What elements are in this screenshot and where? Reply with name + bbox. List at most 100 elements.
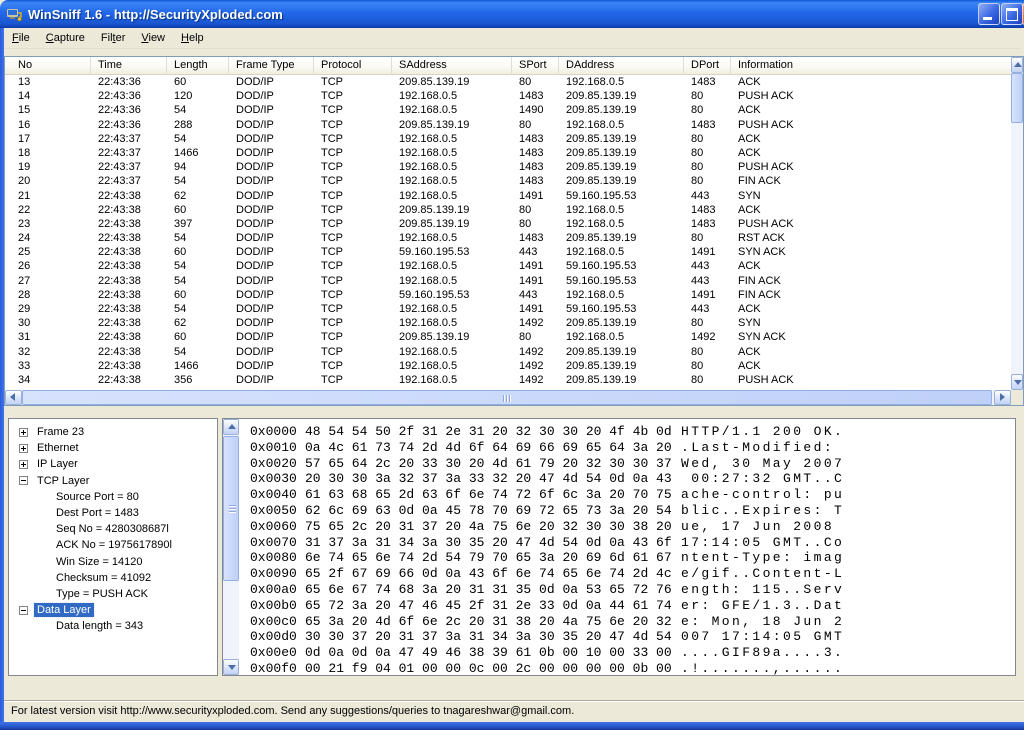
tree-item[interactable]: Checksum = 41092 — [9, 570, 217, 586]
table-row[interactable]: 2422:43:3854DOD/IPTCP192.168.0.51483209.… — [5, 231, 1011, 245]
table-row[interactable]: 1722:43:3754DOD/IPTCP192.168.0.51483209.… — [5, 132, 1011, 146]
cell-length: 60 — [167, 203, 229, 217]
hex-bytes: 62 6c 69 63 0d 0a 45 78 70 69 72 65 73 3… — [305, 503, 681, 519]
cell-no: 23 — [5, 217, 91, 231]
column-header-sport[interactable]: SPort — [512, 57, 559, 75]
packet-rows: 1322:43:3660DOD/IPTCP209.85.139.1980192.… — [5, 75, 1011, 390]
table-row[interactable]: 2322:43:38397DOD/IPTCP209.85.139.1980192… — [5, 217, 1011, 231]
hex-row: 0x005062 6c 69 63 0d 0a 45 78 70 69 72 6… — [250, 503, 844, 519]
hex-ascii: blic..Expires: T — [681, 503, 844, 518]
scroll-right-button[interactable] — [994, 390, 1011, 405]
maximize-button[interactable] — [1001, 3, 1023, 25]
tree-item[interactable]: ACK No = 1975617890l — [9, 537, 217, 553]
window-bottom-border[interactable] — [0, 722, 1024, 730]
minimize-button[interactable] — [978, 3, 1000, 25]
tree-item[interactable]: Ethernet — [9, 440, 217, 456]
column-header-length[interactable]: Length — [167, 57, 229, 75]
tree-item[interactable]: Win Size = 14120 — [9, 554, 217, 570]
table-row[interactable]: 2622:43:3854DOD/IPTCP192.168.0.5149159.1… — [5, 259, 1011, 273]
cell-length: 356 — [167, 373, 229, 387]
table-row[interactable]: 1522:43:3654DOD/IPTCP192.168.0.51490209.… — [5, 103, 1011, 117]
table-row[interactable]: 1322:43:3660DOD/IPTCP209.85.139.1980192.… — [5, 75, 1011, 89]
hex-offset: 0x0040 — [250, 487, 305, 503]
cell-time: 22:43:36 — [91, 103, 167, 117]
cell-daddress: 59.160.195.53 — [559, 189, 684, 203]
cell-information: ACK — [731, 146, 1011, 160]
expand-icon[interactable] — [19, 460, 28, 469]
cell-daddress: 209.85.139.19 — [559, 373, 684, 387]
menu-item-view[interactable]: View — [133, 30, 173, 47]
winsniff-window: WinSniff 1.6 - http://SecurityXploded.co… — [0, 0, 1024, 730]
vscroll-thumb[interactable] — [223, 436, 239, 581]
cell-no: 25 — [5, 245, 91, 259]
expand-icon[interactable] — [19, 444, 28, 453]
collapse-icon[interactable] — [19, 606, 28, 615]
tree-item-label: Win Size = 14120 — [53, 555, 146, 569]
list-vertical-scrollbar[interactable] — [1011, 57, 1023, 390]
column-header-time[interactable]: Time — [91, 57, 167, 75]
list-horizontal-scrollbar[interactable] — [5, 390, 1011, 405]
hex-offset: 0x0080 — [250, 550, 305, 566]
cell-frame-type: DOD/IP — [229, 174, 314, 188]
title-bar[interactable]: WinSniff 1.6 - http://SecurityXploded.co… — [0, 0, 1024, 28]
cell-time: 22:43:37 — [91, 160, 167, 174]
scroll-down-button[interactable] — [223, 659, 239, 675]
collapse-icon[interactable] — [19, 476, 28, 485]
tree-item[interactable]: IP Layer — [9, 456, 217, 472]
expand-icon[interactable] — [19, 428, 28, 437]
table-row[interactable]: 3022:43:3862DOD/IPTCP192.168.0.51492209.… — [5, 316, 1011, 330]
cell-dport: 443 — [684, 189, 731, 203]
cell-no: 28 — [5, 288, 91, 302]
table-row[interactable]: 1922:43:3794DOD/IPTCP192.168.0.51483209.… — [5, 160, 1011, 174]
table-row[interactable]: 2222:43:3860DOD/IPTCP209.85.139.1980192.… — [5, 203, 1011, 217]
column-header-no[interactable]: No — [5, 57, 91, 75]
tree-item[interactable]: Seq No = 4280308687l — [9, 521, 217, 537]
tree-item[interactable]: Data Layer — [9, 602, 217, 618]
scroll-down-button[interactable] — [1011, 374, 1023, 390]
table-row[interactable]: 3322:43:381466DOD/IPTCP192.168.0.5149220… — [5, 359, 1011, 373]
table-row[interactable]: 2722:43:3854DOD/IPTCP192.168.0.5149159.1… — [5, 274, 1011, 288]
menu-item-capture[interactable]: Capture — [38, 30, 93, 47]
table-row[interactable]: 1622:43:36288DOD/IPTCP209.85.139.1980192… — [5, 118, 1011, 132]
column-header-frame-type[interactable]: Frame Type — [229, 57, 314, 75]
column-header-information[interactable]: Information — [731, 57, 1011, 75]
table-row[interactable]: 1422:43:36120DOD/IPTCP192.168.0.51483209… — [5, 89, 1011, 103]
table-row[interactable]: 2122:43:3862DOD/IPTCP192.168.0.5149159.1… — [5, 189, 1011, 203]
cell-frame-type: DOD/IP — [229, 89, 314, 103]
tree-item[interactable]: Source Port = 80 — [9, 489, 217, 505]
table-row[interactable]: 2822:43:3860DOD/IPTCP59.160.195.53443192… — [5, 288, 1011, 302]
hex-row: 0x00c065 3a 20 4d 6f 6e 2c 20 31 38 20 4… — [250, 614, 844, 630]
column-header-saddress[interactable]: SAddress — [392, 57, 512, 75]
hscroll-thumb[interactable] — [22, 390, 992, 405]
table-row[interactable]: 3422:43:38356DOD/IPTCP192.168.0.51492209… — [5, 373, 1011, 387]
scroll-up-button[interactable] — [1011, 57, 1023, 73]
column-header-protocol[interactable]: Protocol — [314, 57, 392, 75]
table-row[interactable]: 2522:43:3860DOD/IPTCP59.160.195.53443192… — [5, 245, 1011, 259]
scroll-up-button[interactable] — [223, 419, 239, 435]
tree-item[interactable]: TCP Layer — [9, 473, 217, 489]
cell-sport: 1491 — [512, 302, 559, 316]
tree-item-label: Type = PUSH ACK — [53, 587, 151, 601]
hex-vertical-scrollbar[interactable] — [223, 419, 239, 675]
table-row[interactable]: 2922:43:3854DOD/IPTCP192.168.0.5149159.1… — [5, 302, 1011, 316]
menu-item-help[interactable]: Help — [173, 30, 212, 47]
table-row[interactable]: 3122:43:3860DOD/IPTCP209.85.139.1980192.… — [5, 330, 1011, 344]
cell-information: SYN ACK — [731, 330, 1011, 344]
tree-item[interactable]: Frame 23 — [9, 424, 217, 440]
menu-item-filter[interactable]: Filter — [93, 30, 133, 47]
tree-item[interactable]: Data length = 343 — [9, 618, 217, 634]
column-header-daddress[interactable]: DAddress — [559, 57, 684, 75]
column-header-row: NoTimeLengthFrame TypeProtocolSAddressSP… — [5, 57, 1011, 75]
status-text: For latest version visit http://www.secu… — [11, 705, 574, 717]
column-header-dport[interactable]: DPort — [684, 57, 731, 75]
tree-item[interactable]: Dest Port = 1483 — [9, 505, 217, 521]
menu-item-file[interactable]: File — [4, 30, 38, 47]
table-row[interactable]: 2022:43:3754DOD/IPTCP192.168.0.51483209.… — [5, 174, 1011, 188]
window-left-border[interactable] — [0, 28, 4, 722]
table-row[interactable]: 3222:43:3854DOD/IPTCP192.168.0.51492209.… — [5, 345, 1011, 359]
table-row[interactable]: 1822:43:371466DOD/IPTCP192.168.0.5148320… — [5, 146, 1011, 160]
vscroll-thumb[interactable] — [1011, 73, 1023, 123]
scroll-left-button[interactable] — [5, 390, 22, 405]
tree-item[interactable]: Type = PUSH ACK — [9, 586, 217, 602]
hex-ascii: 00:27:32 GMT..C — [681, 471, 844, 486]
